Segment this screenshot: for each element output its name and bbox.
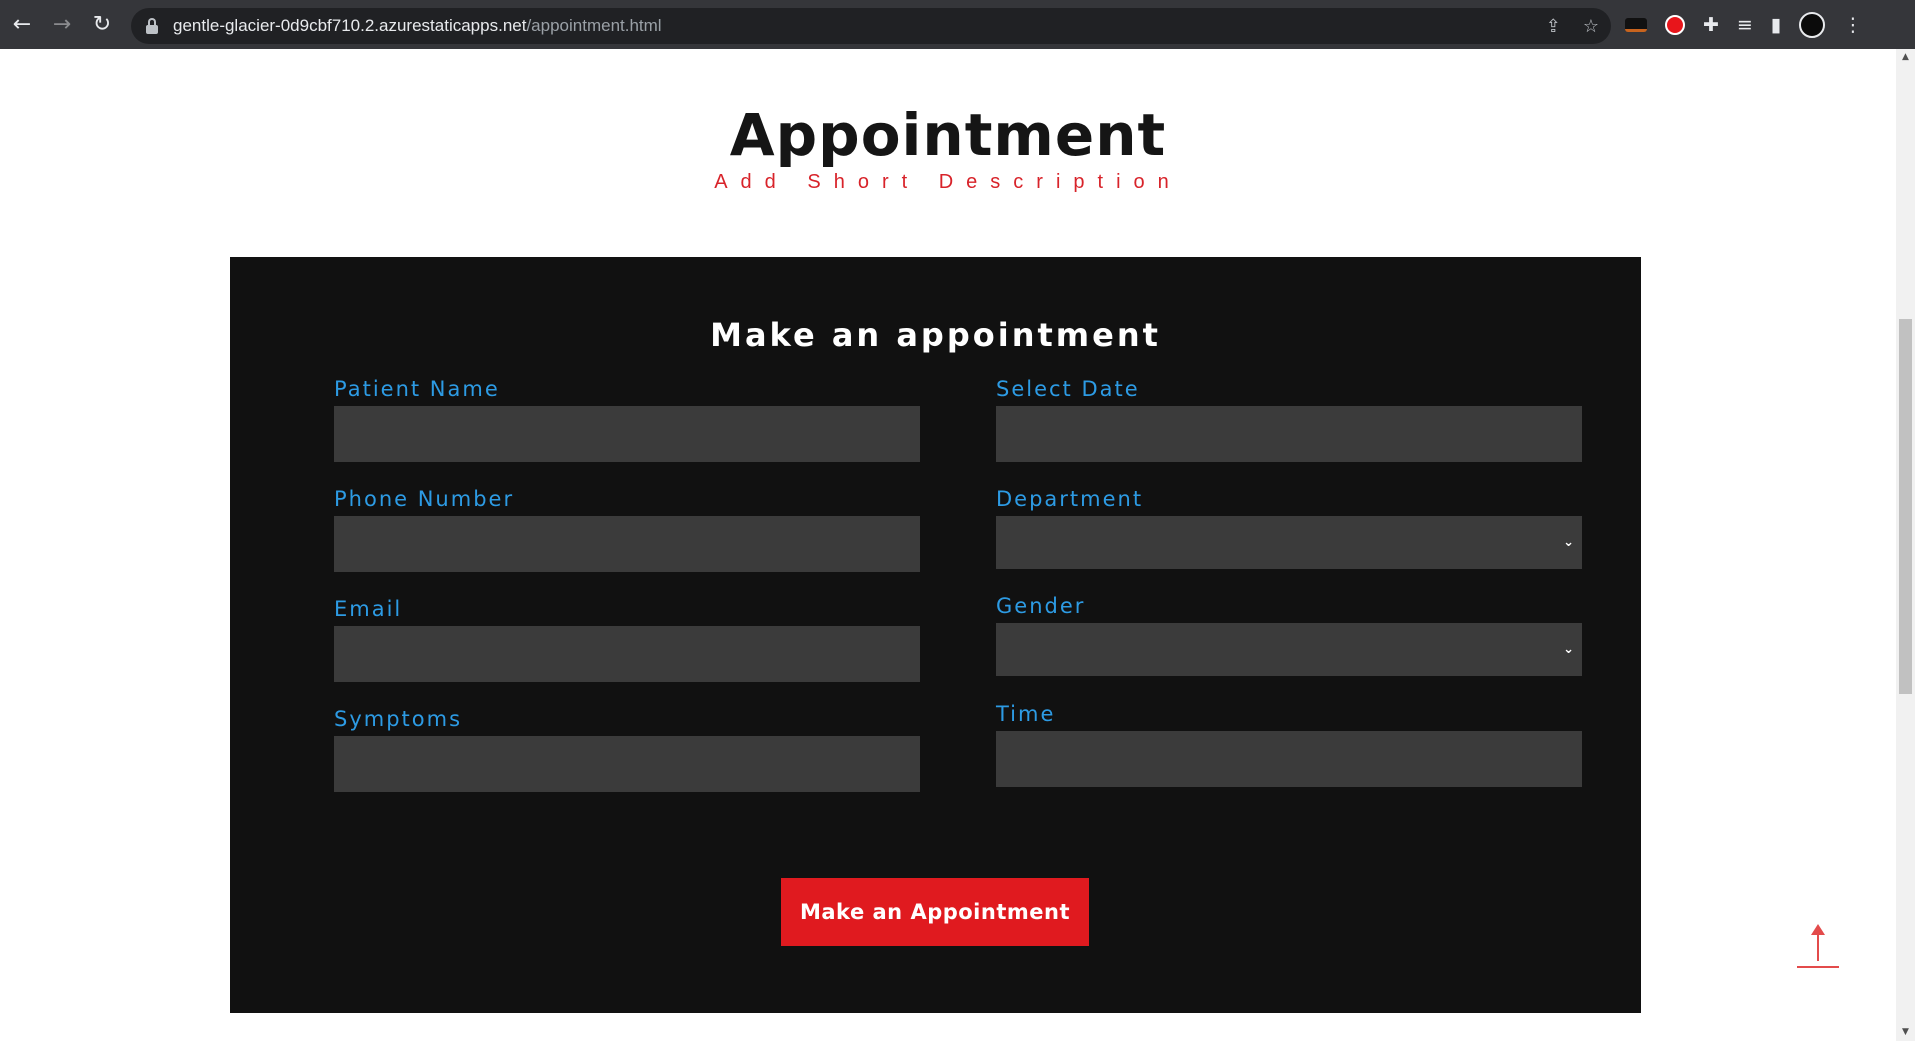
extensions-puzzle-icon[interactable]: ✚ bbox=[1703, 14, 1719, 36]
time-input[interactable] bbox=[996, 731, 1582, 787]
department-select[interactable]: ⌄ bbox=[996, 516, 1582, 569]
patient-name-label: Patient Name bbox=[334, 377, 500, 401]
address-bar[interactable]: gentle-glacier-0d9cbf710.2.azurestaticap… bbox=[131, 8, 1611, 44]
share-icon[interactable]: ⇪ bbox=[1546, 16, 1561, 37]
page-content: Appointment Add Short Description Make a… bbox=[0, 49, 1896, 1041]
make-appointment-button[interactable]: Make an Appointment bbox=[781, 878, 1089, 946]
page-subtitle: Add Short Description bbox=[714, 171, 1182, 193]
page-title: Appointment bbox=[729, 101, 1167, 169]
adblock-extension-icon[interactable] bbox=[1665, 14, 1685, 35]
browser-toolbar: ← → ↻ gentle-glacier-0d9cbf710.2.azurest… bbox=[0, 0, 1915, 49]
side-panel-icon[interactable]: ▮ bbox=[1771, 14, 1781, 36]
select-date-label: Select Date bbox=[996, 377, 1140, 401]
scrollbar-thumb[interactable] bbox=[1899, 319, 1912, 694]
form-heading: Make an appointment bbox=[710, 316, 1161, 354]
phone-number-label: Phone Number bbox=[334, 487, 515, 511]
back-icon[interactable]: ← bbox=[2, 0, 42, 49]
scroll-up-icon[interactable]: ▲ bbox=[1896, 49, 1915, 66]
lock-icon[interactable] bbox=[145, 18, 159, 34]
page-scrollbar[interactable]: ▲ ▼ bbox=[1896, 49, 1915, 1041]
profile-avatar[interactable] bbox=[1799, 11, 1826, 38]
email-input[interactable] bbox=[334, 626, 920, 682]
url-path: /appointment.html bbox=[526, 16, 662, 35]
scroll-down-icon[interactable]: ▼ bbox=[1896, 1024, 1915, 1041]
url-host: gentle-glacier-0d9cbf710.2.azurestaticap… bbox=[173, 16, 527, 35]
select-date-input[interactable] bbox=[996, 406, 1582, 462]
browser-menu-icon[interactable]: ⋮ bbox=[1843, 14, 1862, 36]
chevron-down-icon: ⌄ bbox=[1563, 642, 1574, 657]
reload-icon[interactable]: ↻ bbox=[82, 0, 122, 49]
extension-icon[interactable] bbox=[1625, 17, 1647, 32]
appointment-form: Make an appointment Patient Name Phone N… bbox=[230, 257, 1641, 1013]
gender-label: Gender bbox=[996, 594, 1086, 618]
chevron-down-icon: ⌄ bbox=[1563, 535, 1574, 550]
department-label: Department bbox=[996, 487, 1144, 511]
back-to-top-arrow-icon[interactable] bbox=[1797, 924, 1839, 970]
email-label: Email bbox=[334, 597, 403, 621]
forward-icon[interactable]: → bbox=[42, 0, 82, 49]
gender-select[interactable]: ⌄ bbox=[996, 623, 1582, 676]
time-label: Time bbox=[996, 702, 1056, 726]
patient-name-input[interactable] bbox=[334, 406, 920, 462]
media-control-icon[interactable]: ≡ bbox=[1737, 14, 1753, 36]
phone-number-input[interactable] bbox=[334, 516, 920, 572]
bookmark-star-icon[interactable]: ☆ bbox=[1583, 16, 1599, 37]
symptoms-label: Symptoms bbox=[334, 707, 463, 731]
symptoms-input[interactable] bbox=[334, 736, 920, 792]
